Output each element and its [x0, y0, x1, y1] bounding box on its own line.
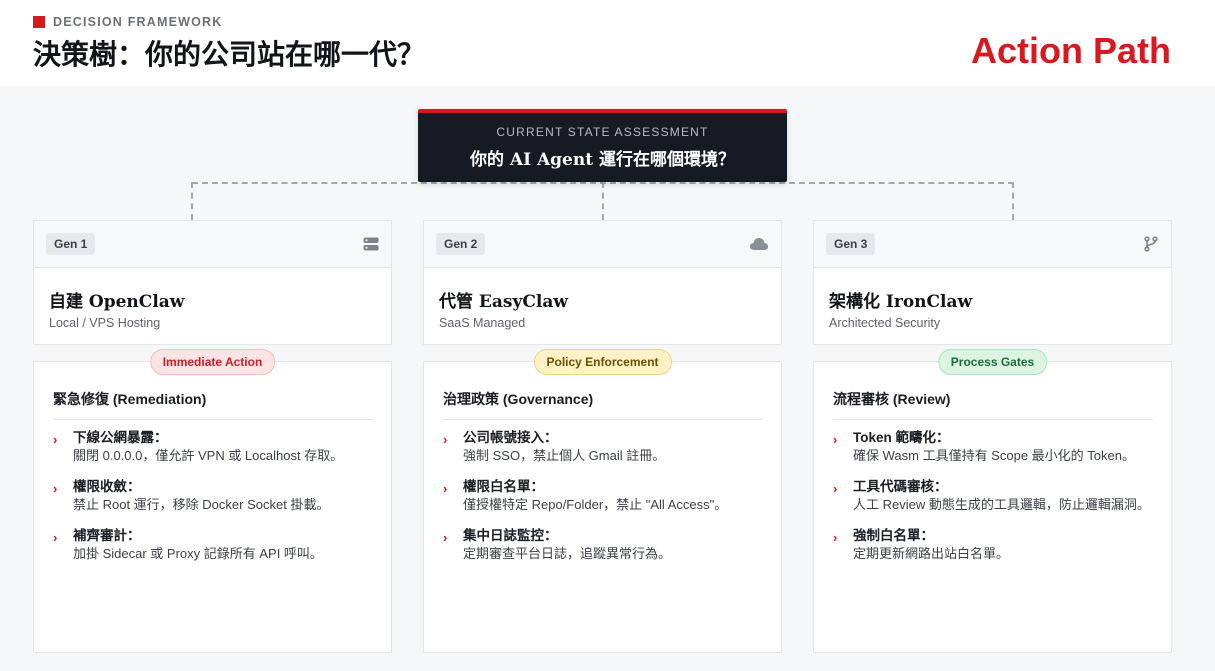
list-item: › 補齊審計： 加掛 Sidecar 或 Proxy 記錄所有 API 呼叫。: [53, 527, 373, 563]
list-item: › 權限收斂： 禁止 Root 運行，移除 Docker Socket 掛載。: [53, 478, 373, 514]
page-title: 決策樹：你的公司站在哪一代？: [33, 38, 426, 71]
gen1-card-header: Gen 1: [34, 221, 391, 268]
gen2-section-title: 治理政策 (Governance): [443, 389, 763, 420]
chevron-right-icon: ›: [53, 530, 58, 545]
assessment-label: CURRENT STATE ASSESSMENT: [496, 125, 709, 139]
chevron-right-icon: ›: [443, 481, 448, 496]
gen2-badge: Gen 2: [436, 233, 486, 255]
gen1-section-title: 緊急修復 (Remediation): [53, 389, 373, 420]
git-branch-icon: [1144, 236, 1158, 252]
eyebrow-label: DECISION FRAMEWORK: [53, 15, 223, 29]
gen1-action-card: Immediate Action 緊急修復 (Remediation) › 下線…: [33, 349, 392, 653]
header: DECISION FRAMEWORK 決策樹：你的公司站在哪一代？ Action…: [0, 0, 1215, 86]
chevron-right-icon: ›: [443, 432, 448, 447]
item-title: 權限白名單：: [463, 479, 544, 494]
chevron-right-icon: ›: [443, 530, 448, 545]
eyebrow: DECISION FRAMEWORK: [33, 15, 223, 29]
connector-left: [191, 182, 193, 220]
gen1-item-list: › 下線公網暴露： 關閉 0.0.0.0，僅允許 VPN 或 Localhost…: [53, 429, 373, 576]
gen3-card-header: Gen 3: [814, 221, 1171, 268]
gen1-status-pill: Immediate Action: [149, 349, 276, 375]
item-desc: 確保 Wasm 工具僅持有 Scope 最小化的 Token。: [853, 448, 1135, 463]
chevron-right-icon: ›: [53, 481, 58, 496]
item-title: 集中日誌監控：: [463, 528, 558, 543]
gen2-name: 代管 EasyClaw: [439, 292, 568, 312]
gen2-action-card: Policy Enforcement 治理政策 (Governance) › 公…: [423, 349, 782, 653]
item-title: Token 範疇化：: [853, 430, 950, 445]
assessment-box: CURRENT STATE ASSESSMENT 你的 AI Agent 運行在…: [418, 109, 787, 182]
gen2-item-list: › 公司帳號接入： 強制 SSO，禁止個人 Gmail 註冊。 › 權限白名單：…: [443, 429, 763, 576]
gen2-subtitle: SaaS Managed: [439, 316, 526, 330]
gen2-status-pill: Policy Enforcement: [533, 349, 672, 375]
chevron-right-icon: ›: [53, 432, 58, 447]
item-title: 下線公網暴露：: [73, 430, 168, 445]
item-desc: 人工 Review 動態生成的工具邏輯，防止邏輯漏洞。: [853, 497, 1150, 512]
action-path-label: Action Path: [970, 30, 1171, 71]
gen3-section-title: 流程審核 (Review): [833, 389, 1153, 420]
gen3-action-card: Process Gates 流程審核 (Review) › Token 範疇化：…: [813, 349, 1172, 653]
gen3-card: Gen 3 架構化 IronClaw Architected Security: [813, 220, 1172, 345]
connector-middle: [602, 182, 604, 220]
list-item: › 公司帳號接入： 強制 SSO，禁止個人 Gmail 註冊。: [443, 429, 763, 465]
item-title: 公司帳號接入：: [463, 430, 558, 445]
item-desc: 關閉 0.0.0.0，僅允許 VPN 或 Localhost 存取。: [73, 448, 344, 463]
item-title: 工具代碼審核：: [853, 479, 948, 494]
item-desc: 定期更新網路出站白名單。: [853, 546, 1010, 561]
list-item: › 權限白名單： 僅授權特定 Repo/Folder，禁止 "All Acces…: [443, 478, 763, 514]
assessment-question: 你的 AI Agent 運行在哪個環境？: [469, 150, 735, 170]
cloud-icon: [750, 238, 768, 250]
item-title: 補齊審計：: [73, 528, 141, 543]
item-desc: 強制 SSO，禁止個人 Gmail 註冊。: [463, 448, 666, 463]
gen3-subtitle: Architected Security: [829, 316, 941, 330]
item-title: 強制白名單：: [853, 528, 934, 543]
item-desc: 僅授權特定 Repo/Folder，禁止 "All Access"。: [463, 497, 728, 512]
gen3-name: 架構化 IronClaw: [829, 292, 973, 312]
gen3-item-list: › Token 範疇化： 確保 Wasm 工具僅持有 Scope 最小化的 To…: [833, 429, 1153, 576]
chevron-right-icon: ›: [833, 432, 838, 447]
gen1-name: 自建 OpenClaw: [49, 292, 185, 312]
list-item: › Token 範疇化： 確保 Wasm 工具僅持有 Scope 最小化的 To…: [833, 429, 1153, 465]
gen1-subtitle: Local / VPS Hosting: [49, 316, 161, 330]
item-desc: 加掛 Sidecar 或 Proxy 記錄所有 API 呼叫。: [73, 546, 323, 561]
gen2-card: Gen 2 代管 EasyClaw SaaS Managed: [423, 220, 782, 345]
list-item: › 工具代碼審核： 人工 Review 動態生成的工具邏輯，防止邏輯漏洞。: [833, 478, 1153, 514]
chevron-right-icon: ›: [833, 481, 838, 496]
server-icon: [363, 237, 379, 251]
gen1-card: Gen 1 自建 OpenClaw Local / VPS Hosting: [33, 220, 392, 345]
item-desc: 禁止 Root 運行，移除 Docker Socket 掛載。: [73, 497, 330, 512]
list-item: › 下線公網暴露： 關閉 0.0.0.0，僅允許 VPN 或 Localhost…: [53, 429, 373, 465]
gen3-status-pill: Process Gates: [937, 349, 1048, 375]
gen1-badge: Gen 1: [46, 233, 96, 255]
list-item: › 強制白名單： 定期更新網路出站白名單。: [833, 527, 1153, 563]
connector-right: [1012, 182, 1014, 220]
chevron-right-icon: ›: [833, 530, 838, 545]
list-item: › 集中日誌監控： 定期審查平台日誌，追蹤異常行為。: [443, 527, 763, 563]
red-square-icon: [33, 16, 45, 28]
item-desc: 定期審查平台日誌，追蹤異常行為。: [463, 546, 672, 561]
item-title: 權限收斂：: [73, 479, 141, 494]
gen2-card-header: Gen 2: [424, 221, 781, 268]
gen3-badge: Gen 3: [826, 233, 876, 255]
